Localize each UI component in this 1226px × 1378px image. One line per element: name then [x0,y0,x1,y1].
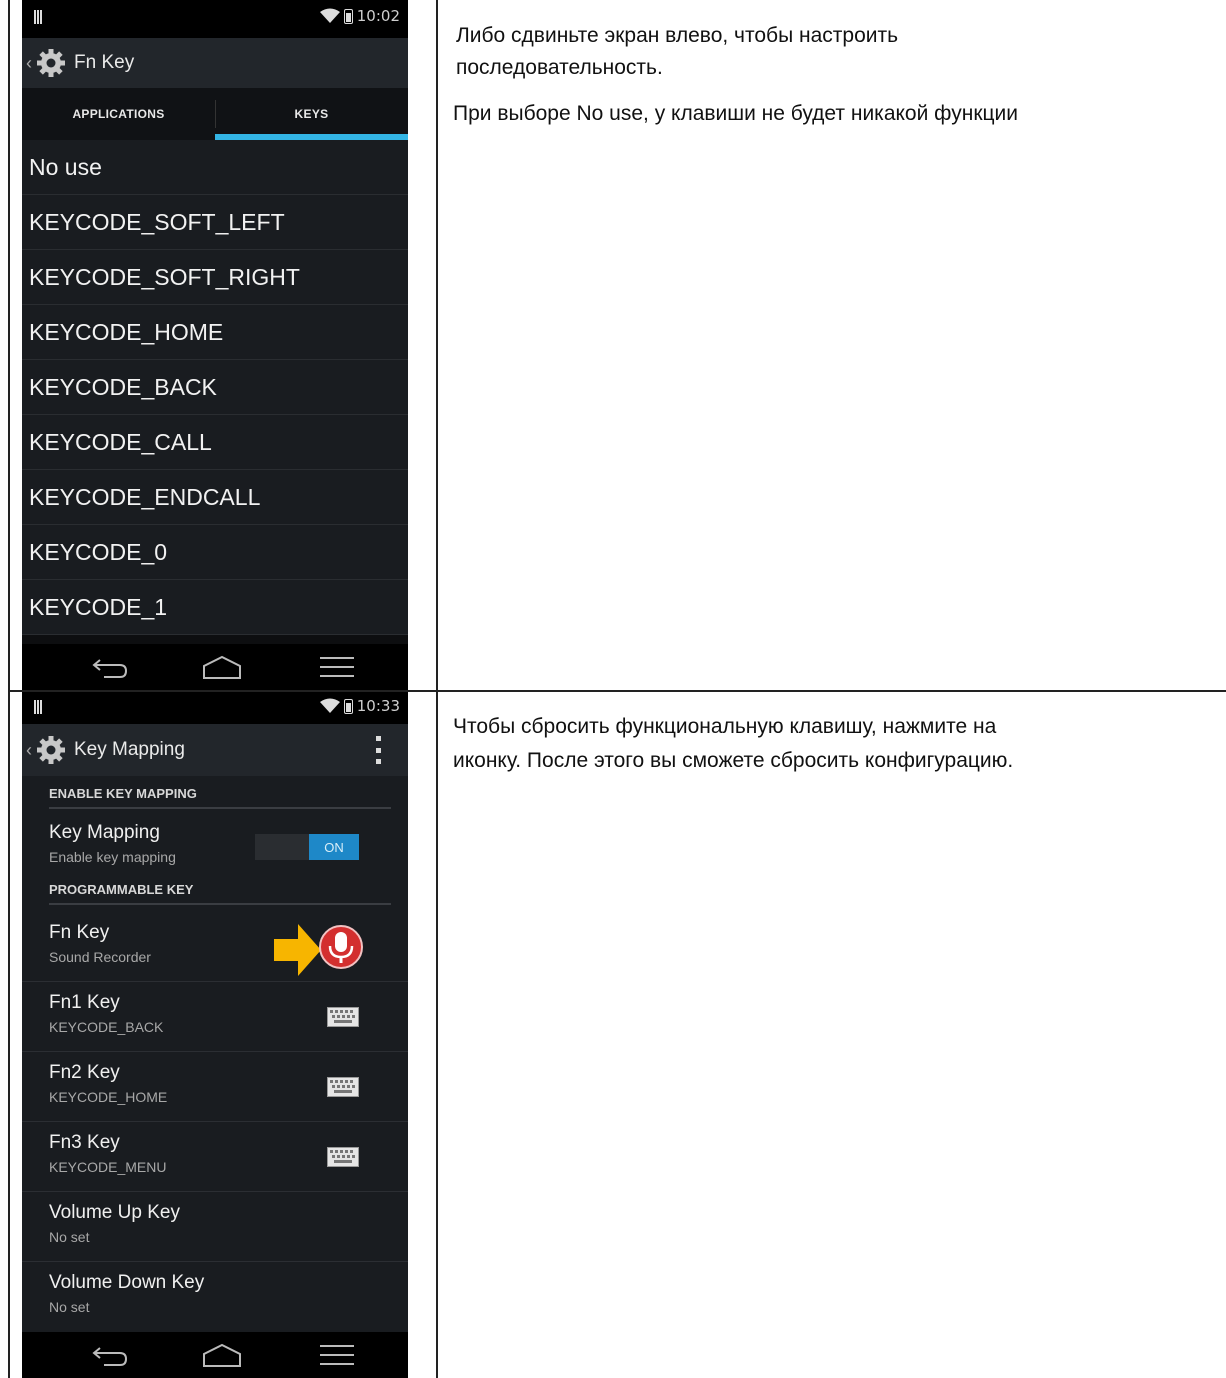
preference-summary: KEYCODE_HOME [49,1089,168,1105]
preference-title: Fn Key [49,922,110,943]
action-bar: ‹ Fn Key [22,38,408,88]
signal-icon [34,700,46,714]
preference-title: Volume Down Key [49,1272,205,1293]
preference-title: Fn3 Key [49,1132,120,1153]
gear-icon[interactable] [36,735,66,765]
page-title: Key Mapping [74,739,185,760]
keyboard-icon[interactable] [327,1077,359,1097]
table-border-left [8,0,10,1378]
yellow-arrow-icon [274,924,321,976]
keyboard-icon[interactable] [327,1007,359,1027]
list-item[interactable]: KEYCODE_CALL [22,415,408,470]
status-bar: 10:02 [22,0,408,38]
keyboard-icon[interactable] [327,1147,359,1167]
key-mapping-toggle[interactable]: ON [255,834,359,860]
fn3-key-preference[interactable]: Fn3 Key KEYCODE_MENU [22,1122,408,1192]
tab-bar: APPLICATIONS KEYS [22,88,408,140]
instruction-line: Чтобы сбросить функциональную клавишу, н… [453,715,997,738]
section-header-programmable: PROGRAMMABLE KEY [49,882,391,905]
preference-summary: Enable key mapping [49,849,176,865]
list-item[interactable]: KEYCODE_1 [22,580,408,635]
instruction-text-3: Чтобы сбросить функциональную клавишу, н… [453,710,1013,778]
instruction-text-1: Либо сдвиньте экран влево, чтобы настрои… [456,20,898,84]
preference-summary: No set [49,1299,90,1315]
fn1-key-preference[interactable]: Fn1 Key KEYCODE_BACK [22,982,408,1052]
preference-title: Fn2 Key [49,1062,120,1083]
preference-summary: KEYCODE_MENU [49,1159,167,1175]
toggle-on-label: ON [309,834,359,860]
battery-icon [343,8,353,24]
list-item[interactable]: KEYCODE_HOME [22,305,408,360]
section-header-enable: ENABLE KEY MAPPING [49,786,391,809]
list-item[interactable]: KEYCODE_0 [22,525,408,580]
volume-down-key-preference[interactable]: Volume Down Key No set [22,1262,408,1331]
back-icon[interactable] [90,652,130,682]
key-mapping-preference[interactable]: Key Mapping Enable key mapping ON [22,812,408,881]
up-caret-icon[interactable]: ‹ [26,740,36,761]
instruction-line: При выборе No use, у клавиши не будет ни… [453,102,1018,125]
page-title: Fn Key [74,52,135,73]
tab-applications[interactable]: APPLICATIONS [22,88,215,140]
table-border-middle [436,0,438,1378]
status-bar: 10:33 [22,692,408,724]
instruction-line: Либо сдвиньте экран влево, чтобы настрои… [456,24,899,47]
list-item[interactable]: KEYCODE_ENDCALL [22,470,408,525]
gear-icon[interactable] [36,48,66,78]
home-icon[interactable] [202,652,242,682]
navigation-bar [22,644,408,690]
list-item[interactable]: No use [22,140,408,195]
home-icon[interactable] [202,1340,242,1370]
status-time: 10:33 [356,697,400,715]
volume-up-key-preference[interactable]: Volume Up Key No set [22,1192,408,1262]
screenshot-fn-key: 10:02 ‹ Fn Key APPLICATIONS KEYS No use … [22,0,408,690]
preference-title: Key Mapping [49,822,160,843]
preference-summary: No set [49,1229,90,1245]
wifi-icon [319,8,340,23]
preference-title: Fn1 Key [49,992,120,1013]
screenshot-key-mapping: 10:33 ‹ Key Mapping ENABLE KEY MAPPING K… [22,692,408,1378]
battery-icon [343,698,353,714]
fn-key-preference[interactable]: Fn Key Sound Recorder [22,912,408,982]
instruction-line: последовательность. [456,56,663,79]
list-item[interactable]: KEYCODE_SOFT_RIGHT [22,250,408,305]
wifi-icon [319,698,340,713]
key-list: No use KEYCODE_SOFT_LEFT KEYCODE_SOFT_RI… [22,140,408,635]
signal-icon [34,10,46,24]
up-caret-icon[interactable]: ‹ [26,53,36,74]
microphone-icon[interactable] [318,924,364,970]
preference-summary: KEYCODE_BACK [49,1019,164,1035]
status-icons: 10:33 [319,697,400,715]
menu-icon[interactable] [318,1340,358,1370]
navigation-bar [22,1332,408,1378]
action-bar: ‹ Key Mapping [22,724,408,776]
list-item[interactable]: KEYCODE_SOFT_LEFT [22,195,408,250]
status-icons: 10:02 [319,7,400,25]
instruction-line: иконку. После этого вы сможете сбросить … [453,749,1014,772]
list-item[interactable]: KEYCODE_BACK [22,360,408,415]
status-time: 10:02 [356,7,400,25]
back-icon[interactable] [90,1340,130,1370]
preference-title: Volume Up Key [49,1202,180,1223]
instruction-text-2: При выборе No use, у клавиши не будет ни… [453,98,1018,130]
fn2-key-preference[interactable]: Fn2 Key KEYCODE_HOME [22,1052,408,1122]
overflow-menu-icon[interactable] [376,736,382,764]
preference-summary: Sound Recorder [49,949,151,965]
settings-list: ENABLE KEY MAPPING Key Mapping Enable ke… [22,776,408,1332]
tab-keys[interactable]: KEYS [215,88,408,140]
menu-icon[interactable] [318,652,358,682]
